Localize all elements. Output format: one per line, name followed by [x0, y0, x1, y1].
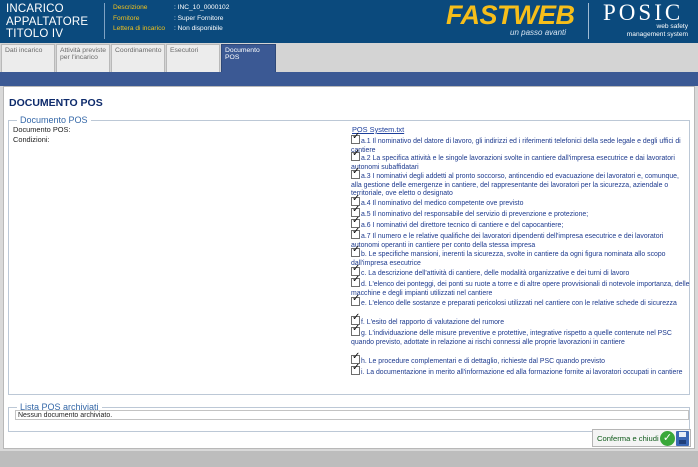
- condition-item: h. Le procedure complementari e di detta…: [351, 353, 691, 367]
- condition-checkbox[interactable]: [351, 228, 360, 239]
- condition-item: f. L'esito del rapporto di valutazione d…: [351, 314, 691, 328]
- tab-documento-pos[interactable]: Documento POS: [221, 44, 276, 72]
- incarico-info: Descrizione : INC_10_0000102 Fornitore :…: [113, 3, 229, 35]
- app-header: INCARICO APPALTATORE TITOLO IV Descrizio…: [0, 0, 698, 43]
- info-row-lettera: Lettera di incarico : Non disponibile: [113, 25, 223, 33]
- confirm-close-button[interactable]: Conferma e chiudi ✓: [592, 429, 691, 447]
- info-row-descrizione: Descrizione : INC_10_0000102: [113, 4, 230, 11]
- documento-pos-legend: Documento POS: [20, 115, 88, 125]
- bottom-bar: [0, 451, 698, 467]
- page-title: DOCUMENTO POS: [9, 97, 103, 109]
- condition-item: a.3 I nominativi degli addetti al pronto…: [351, 168, 691, 199]
- condition-item: a.4 Il nominativo del medico competente …: [351, 195, 691, 209]
- tab-attivita-previste[interactable]: Attività previste per l'incarico: [56, 44, 110, 72]
- condition-checkbox[interactable]: [351, 325, 360, 336]
- main-panel: DOCUMENTO POS Documento POS Documento PO…: [3, 86, 695, 449]
- condition-item: g. L'individuazione delle misure prevent…: [351, 325, 691, 347]
- lista-pos-fieldset: Lista POS archiviati Nessun documento ar…: [8, 402, 690, 432]
- confirm-close-label: Conferma e chiudi: [597, 433, 659, 443]
- info-row-fornitore: Fornitore : Super Fornitore: [113, 14, 224, 22]
- condition-item: b. Le specifiche mansioni, inerenti la s…: [351, 246, 691, 268]
- condition-checkbox[interactable]: [351, 246, 360, 257]
- fastweb-tagline: un passo avanti: [510, 28, 567, 37]
- documento-pos-label: Documento POS:: [13, 125, 71, 134]
- condition-checkbox[interactable]: [351, 133, 360, 144]
- condition-checkbox[interactable]: [351, 168, 360, 179]
- tab-esecutori[interactable]: Esecutori: [166, 44, 220, 72]
- condition-item: a.5 Il nominativo del responsabile del s…: [351, 206, 691, 220]
- fastweb-logo: FASTWEB: [446, 0, 575, 30]
- check-icon: ✓: [660, 431, 675, 446]
- tab-dati-incarico[interactable]: Dati incarico: [1, 44, 55, 72]
- condition-item: d. L'elenco dei ponteggi, dei ponti su r…: [351, 276, 691, 298]
- condition-item: a.6 I nominativi del direttore tecnico d…: [351, 217, 691, 231]
- documento-pos-fieldset: Documento POS Documento POS: POS System.…: [8, 115, 690, 395]
- condition-checkbox[interactable]: [351, 295, 360, 306]
- condition-checkbox[interactable]: [351, 150, 360, 161]
- tab-bar: Dati incarico Attività previste per l'in…: [0, 43, 698, 72]
- posic-subtitle: web safety management system: [626, 23, 688, 38]
- tab-coordinamento[interactable]: Coordinamento: [111, 44, 165, 72]
- incarico-title: INCARICO APPALTATORE TITOLO IV: [6, 3, 89, 40]
- save-icon: [676, 431, 689, 446]
- condition-checkbox[interactable]: [351, 364, 360, 375]
- condition-item: i. La documentazione in merito all'infor…: [351, 364, 691, 378]
- header-divider: [104, 3, 105, 39]
- archived-pos-list: Nessun documento archiviato.: [15, 410, 689, 420]
- tab-content-band: [0, 72, 698, 86]
- logo-divider: [588, 3, 589, 39]
- condition-item: c. La descrizione dell'attività di canti…: [351, 265, 691, 279]
- condition-item: e. L'elenco delle sostanze e preparati p…: [351, 295, 691, 309]
- condizioni-label: Condizioni:: [13, 135, 50, 144]
- condition-checkbox[interactable]: [351, 276, 360, 287]
